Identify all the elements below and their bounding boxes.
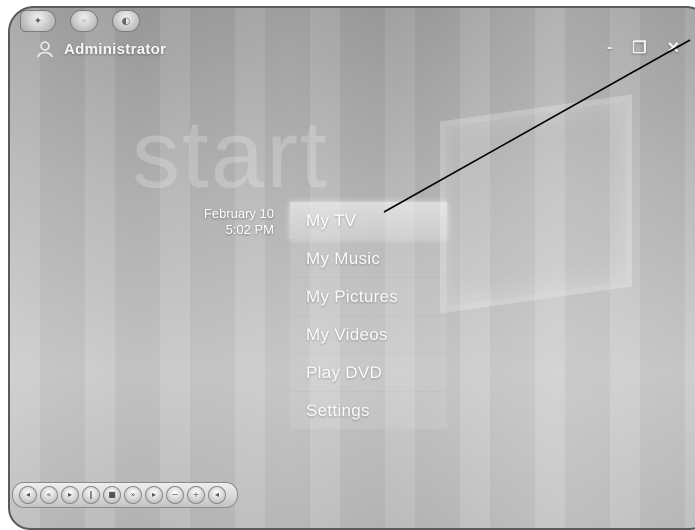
monitor-graphic <box>440 94 632 314</box>
help-icon[interactable]: ◐ <box>112 10 140 32</box>
menu-item-settings[interactable]: Settings <box>290 392 447 429</box>
back-icon[interactable]: ◦ <box>70 10 98 32</box>
fast-forward-icon[interactable]: » <box>124 486 142 504</box>
user-row: Administrator <box>36 40 166 58</box>
stop-icon[interactable]: ■ <box>103 486 121 504</box>
restore-icon[interactable]: ❐ <box>632 38 646 58</box>
previous-icon[interactable]: ◂ <box>19 486 37 504</box>
time-label: 5:02 PM <box>225 222 274 237</box>
window-controls: - ❐ ✕ <box>607 38 680 58</box>
menu-item-my-videos[interactable]: My Videos <box>290 316 447 353</box>
user-name: Administrator <box>64 40 167 58</box>
next-icon[interactable]: ▸ <box>145 486 163 504</box>
media-center-logo-icon[interactable]: ✦ <box>20 10 56 32</box>
start-watermark: start <box>132 101 329 208</box>
volume-up-icon[interactable]: + <box>187 486 205 504</box>
menu-item-play-dvd[interactable]: Play DVD <box>290 354 447 391</box>
top-button-bar: ✦ ◦ ◐ <box>20 10 140 32</box>
mute-icon[interactable]: ◂ <box>208 486 226 504</box>
date-label: February 10 <box>203 206 274 221</box>
minimize-icon[interactable]: - <box>607 39 612 57</box>
media-center-window: ✦ ◦ ◐ Administrator - ❐ ✕ start February… <box>8 6 695 530</box>
transport-controls: ◂ « ▸ ‖ ■ » ▸ − + ◂ <box>12 482 238 508</box>
volume-down-icon[interactable]: − <box>166 486 184 504</box>
start-menu: My TV My Music My Pictures My Videos Pla… <box>290 202 447 430</box>
menu-item-my-music[interactable]: My Music <box>290 240 447 277</box>
menu-item-my-tv[interactable]: My TV <box>290 202 447 239</box>
close-icon[interactable]: ✕ <box>667 38 680 58</box>
menu-item-my-pictures[interactable]: My Pictures <box>290 278 447 315</box>
clock: February 10 5:02 PM <box>170 206 274 238</box>
user-icon <box>37 41 53 58</box>
pause-icon[interactable]: ‖ <box>82 486 100 504</box>
rewind-icon[interactable]: « <box>40 486 58 504</box>
play-icon[interactable]: ▸ <box>61 486 79 504</box>
